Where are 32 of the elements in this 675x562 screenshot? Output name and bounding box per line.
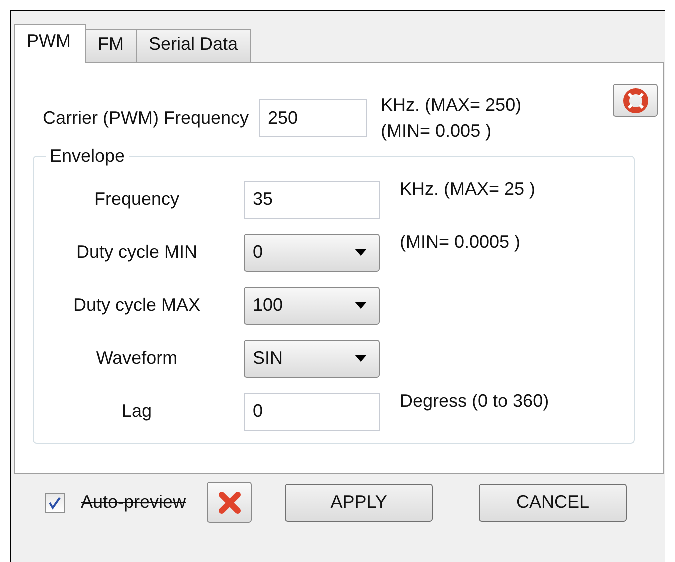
range-note: (MIN= 0.0005 ) <box>400 232 522 253</box>
tab[interactable]: FM <box>85 29 137 63</box>
field-label: Frequency <box>94 189 180 210</box>
lifebuoy-icon <box>622 88 648 114</box>
dropdown[interactable]: 100 <box>244 286 380 324</box>
range-note: (MIN= 0.005 ) <box>381 120 493 143</box>
caret-icon <box>355 355 367 362</box>
tab[interactable]: PWM <box>14 24 86 63</box>
field-label: Carrier (PWM) Frequency <box>43 108 250 129</box>
field-label: Waveform <box>96 348 178 369</box>
range-note: Degress (0 to 360) <box>400 391 550 412</box>
close-icon <box>216 490 243 516</box>
tab[interactable]: Serial Data <box>136 29 252 63</box>
input-field[interactable]: 250 <box>259 99 368 137</box>
field-label: Duty cycle MAX <box>73 295 201 316</box>
dialog-button[interactable]: APPLY <box>285 484 434 522</box>
checkbox-label: Auto-preview <box>81 492 186 513</box>
range-note: KHz. (MAX= 25 ) <box>400 179 537 200</box>
caret-icon <box>355 302 367 309</box>
input-field[interactable]: 0 <box>244 392 380 430</box>
field-label: Lag <box>122 401 152 422</box>
checkbox[interactable] <box>45 492 65 512</box>
dropdown[interactable]: 0 <box>244 234 380 272</box>
dialog-button[interactable]: CANCEL <box>479 484 628 522</box>
help-button[interactable] <box>613 84 658 117</box>
group-title: Envelope <box>49 146 126 167</box>
field-label: Duty cycle MIN <box>76 242 198 263</box>
range-note: KHz. (MAX= 250) <box>381 94 522 117</box>
delete-button[interactable] <box>207 482 252 523</box>
caret-icon <box>355 249 367 256</box>
input-field[interactable]: 35 <box>244 180 380 218</box>
dropdown[interactable]: SIN <box>244 340 380 378</box>
